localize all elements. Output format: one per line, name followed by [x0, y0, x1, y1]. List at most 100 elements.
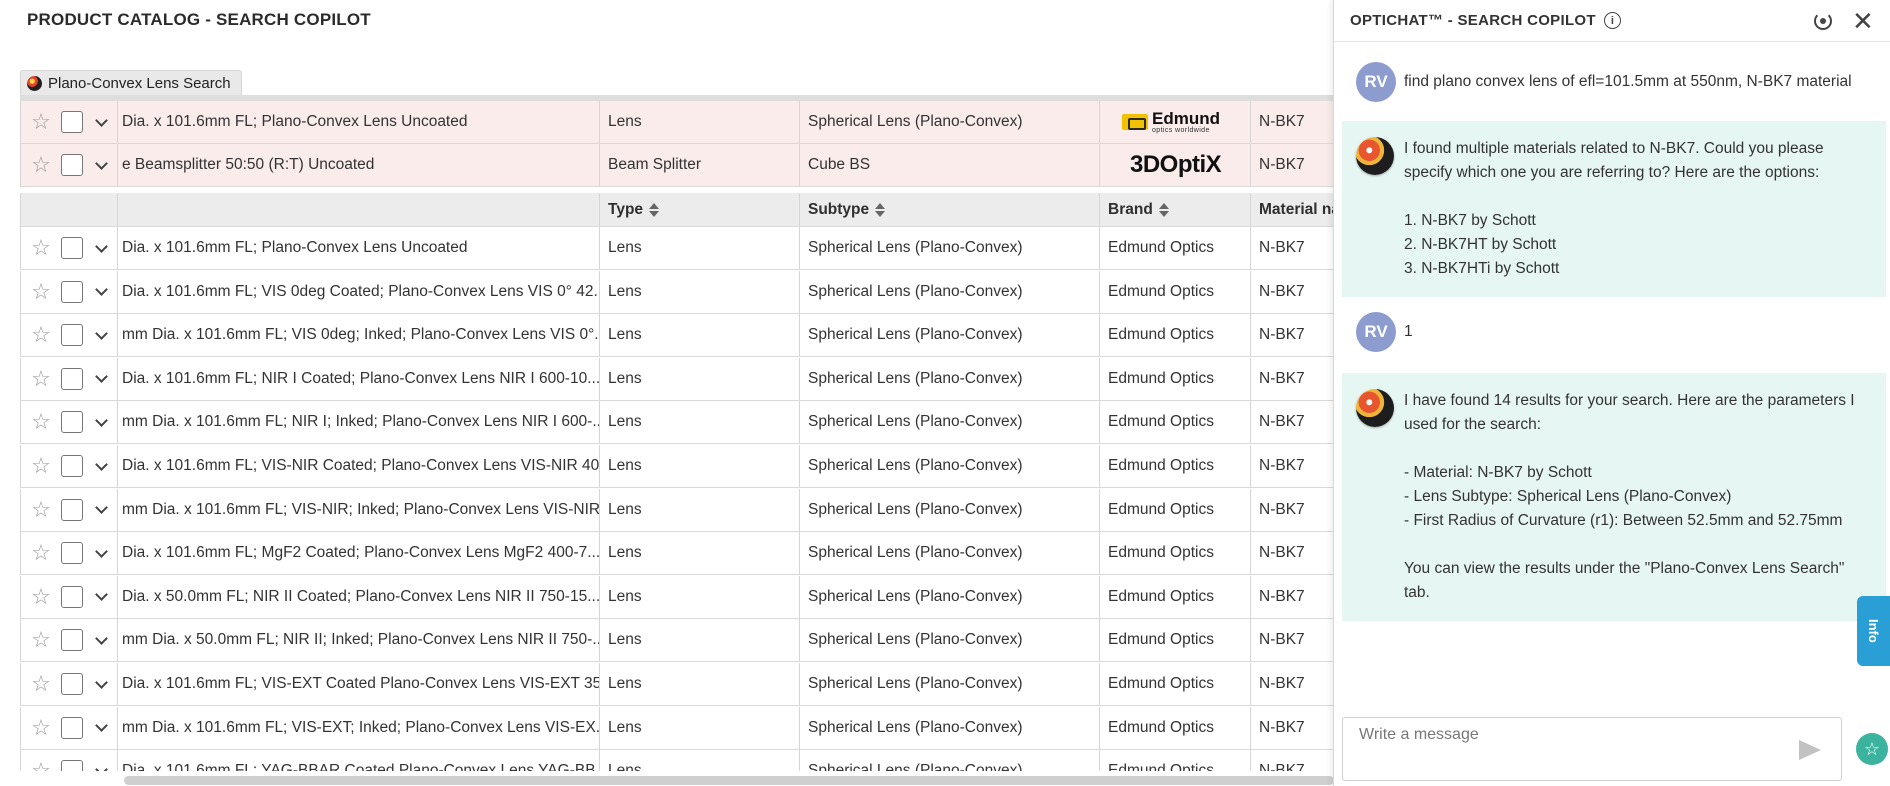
table-row[interactable]: ☆ Dia. x 50.0mm FL; NIR II Coated; Plano-…: [20, 575, 1335, 619]
table-row[interactable]: ☆ Dia. x 101.6mm FL; VIS 0deg Coated; Pla…: [20, 270, 1335, 314]
product-brand: Edmund Optics: [1100, 619, 1251, 662]
row-checkbox[interactable]: [61, 280, 83, 303]
star-icon[interactable]: ☆: [29, 411, 53, 433]
chevron-down-icon[interactable]: [95, 762, 108, 771]
product-brand: Edmund Optics: [1100, 575, 1251, 618]
table-row[interactable]: ☆ mm Dia. x 50.0mm FL; NIR II; Inked; Pla…: [20, 619, 1335, 663]
chevron-down-icon[interactable]: [95, 457, 108, 471]
header-type-label: Type: [608, 200, 644, 218]
sort-icon[interactable]: [1158, 202, 1169, 217]
3doptix-logo: 3DOptiX: [1130, 151, 1222, 178]
table-row[interactable]: ☆ Dia. x 101.6mm FL; Plano-Convex Lens Un…: [20, 227, 1335, 270]
row-checkbox[interactable]: [61, 455, 83, 477]
chevron-down-icon[interactable]: [95, 719, 108, 732]
table-row[interactable]: ☆ mm Dia. x 101.6mm FL; VIS-EXT; Inked; P…: [20, 706, 1335, 750]
row-checkbox[interactable]: [61, 760, 83, 771]
star-icon[interactable]: ☆: [29, 455, 53, 477]
chevron-down-icon[interactable]: [95, 675, 108, 689]
star-icon[interactable]: ☆: [29, 585, 53, 608]
row-checkbox[interactable]: [61, 629, 83, 652]
row-checkbox[interactable]: [61, 542, 83, 565]
chevron-down-icon[interactable]: [95, 326, 108, 340]
send-icon[interactable]: [1799, 740, 1821, 760]
table-row[interactable]: ☆ mm Dia. x 101.6mm FL; VIS-NIR; Inked; P…: [20, 488, 1335, 532]
row-checkbox[interactable]: [61, 324, 83, 347]
chevron-down-icon[interactable]: [95, 501, 108, 514]
close-icon[interactable]: ✕: [1852, 8, 1874, 34]
sort-icon[interactable]: [649, 202, 660, 217]
chevron-down-icon[interactable]: [95, 414, 108, 427]
table-row[interactable]: ☆ Dia. x 101.6mm FL; YAG-BBAR Coated Plan…: [20, 750, 1335, 771]
star-icon[interactable]: ☆: [29, 154, 53, 176]
user-avatar: RV: [1356, 62, 1396, 102]
product-brand: Edmund Optics: [1100, 532, 1251, 575]
chevron-down-icon[interactable]: [95, 156, 108, 170]
row-checkbox[interactable]: [61, 367, 83, 390]
message-line: 3. N-BK7HTi by Schott: [1404, 260, 1560, 277]
star-icon[interactable]: ☆: [29, 716, 53, 739]
chevron-down-icon[interactable]: [95, 370, 108, 384]
star-icon[interactable]: ☆: [29, 367, 53, 390]
star-icon[interactable]: ☆: [29, 280, 53, 303]
pinned-row[interactable]: ☆ e Beamsplitter 50:50 (R:T) Uncoated Beam…: [20, 144, 1335, 187]
table-row[interactable]: ☆ mm Dia. x 101.6mm FL; VIS 0deg; Inked; …: [20, 314, 1335, 358]
table-row[interactable]: ☆ Dia. x 101.6mm FL; VIS-EXT Coated Plano…: [20, 663, 1335, 706]
sort-icon[interactable]: [875, 202, 886, 217]
row-controls: ☆: [20, 144, 118, 186]
product-material: N-BK7: [1259, 113, 1305, 130]
product-name: Dia. x 50.0mm FL; NIR II Coated; Plano-C…: [118, 575, 600, 618]
pinned-row[interactable]: ☆ Dia. x 101.6mm FL; Plano-Convex Lens Un…: [20, 101, 1335, 144]
header-material[interactable]: Material na: [1251, 193, 1335, 226]
row-checkbox[interactable]: [61, 111, 83, 133]
table-row[interactable]: ☆ Dia. x 101.6mm FL; VIS-NIR Coated; Plan…: [20, 445, 1335, 488]
row-checkbox[interactable]: [61, 154, 83, 176]
product-name: mm Dia. x 101.6mm FL; NIR I; Inked; Plan…: [118, 401, 600, 444]
product-brand: Edmund Optics: [1100, 270, 1251, 313]
product-type: Lens: [600, 619, 800, 662]
star-icon[interactable]: ☆: [29, 542, 53, 564]
message-input[interactable]: [1359, 726, 1779, 744]
header-brand[interactable]: Brand: [1100, 193, 1251, 226]
star-icon[interactable]: ☆: [29, 673, 53, 695]
row-checkbox[interactable]: [61, 498, 83, 521]
assistant-star-icon[interactable]: ☆: [1856, 733, 1888, 765]
row-checkbox[interactable]: [61, 585, 83, 608]
star-icon[interactable]: ☆: [29, 629, 53, 651]
star-icon[interactable]: ☆: [29, 498, 53, 521]
chevron-down-icon[interactable]: [95, 544, 108, 558]
header-subtype[interactable]: Subtype: [800, 193, 1100, 226]
reset-icon[interactable]: [1814, 12, 1832, 30]
product-type: Lens: [600, 750, 800, 771]
row-checkbox[interactable]: [61, 716, 83, 739]
info-side-tab[interactable]: Info: [1857, 596, 1890, 666]
star-icon[interactable]: ☆: [29, 237, 53, 259]
message-line: used for the search:: [1404, 416, 1541, 433]
product-type: Lens: [600, 488, 800, 531]
table-header: Type Subtype Brand Material na: [20, 193, 1335, 227]
message-line: I have found 14 results for your search.…: [1404, 392, 1855, 409]
table-row[interactable]: ☆ mm Dia. x 101.6mm FL; NIR I; Inked; Pla…: [20, 401, 1335, 445]
row-checkbox[interactable]: [61, 411, 83, 434]
table-row[interactable]: ☆ Dia. x 101.6mm FL; NIR I Coated; Plano-…: [20, 357, 1335, 401]
header-type[interactable]: Type: [600, 193, 800, 226]
star-icon[interactable]: ☆: [29, 111, 53, 133]
star-icon[interactable]: ☆: [29, 324, 53, 346]
product-material: N-BK7: [1259, 413, 1305, 431]
product-material: N-BK7: [1259, 282, 1305, 300]
product-material: N-BK7: [1259, 762, 1305, 771]
info-icon[interactable]: i: [1603, 12, 1621, 29]
chevron-down-icon[interactable]: [95, 632, 108, 645]
chevron-down-icon[interactable]: [95, 239, 108, 253]
table-row[interactable]: ☆ Dia. x 101.6mm FL; MgF2 Coated; Plano-C…: [20, 532, 1335, 576]
row-checkbox[interactable]: [61, 237, 83, 259]
message-line: I found multiple materials related to N-…: [1404, 140, 1824, 157]
chevron-down-icon[interactable]: [95, 283, 108, 296]
row-checkbox[interactable]: [61, 673, 83, 695]
chevron-down-icon[interactable]: [95, 588, 108, 602]
horizontal-scrollbar[interactable]: [124, 776, 1334, 785]
star-icon[interactable]: ☆: [29, 760, 53, 771]
row-controls: ☆: [20, 750, 118, 771]
product-type: Lens: [600, 445, 800, 487]
tab-plano-convex-search[interactable]: Plano-Convex Lens Search: [20, 70, 242, 96]
chevron-down-icon[interactable]: [95, 113, 108, 127]
